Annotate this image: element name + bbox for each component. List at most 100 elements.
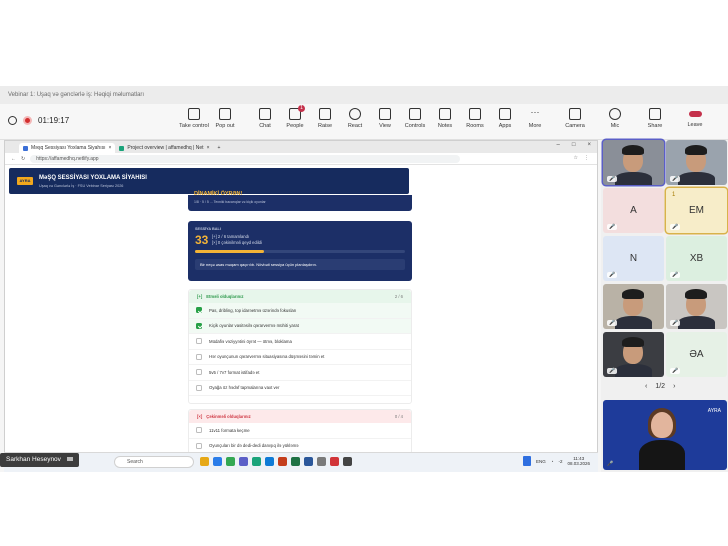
- more-button[interactable]: ··· More: [520, 107, 550, 130]
- pop-out-button[interactable]: Pop out: [210, 108, 240, 129]
- new-tab-button[interactable]: +: [213, 143, 224, 153]
- checklist-item[interactable]: Hər oyunçunun qərarvermə situasiyasına d…: [189, 350, 411, 365]
- checklist-item[interactable]: Kiçik oyunlar vasitəsilə qərarvermə mühi…: [189, 318, 411, 334]
- take-control-button[interactable]: Take control: [178, 108, 210, 129]
- close-icon[interactable]: ×: [207, 143, 210, 153]
- checklist-item[interactable]: Pas, dribling, top idarəetmə üzərində fo…: [189, 303, 411, 319]
- app-icon[interactable]: [330, 457, 339, 466]
- url-field[interactable]: https://affamedhq.netlify.app: [30, 154, 461, 163]
- terminal-icon[interactable]: [343, 457, 352, 466]
- windows-taskbar: Search ENG ◔ -2 11:43 08.03.2026: [4, 452, 598, 472]
- word-icon[interactable]: [304, 457, 313, 466]
- self-video-tile[interactable]: AYRA 🎤: [603, 400, 727, 470]
- raise-hand-button[interactable]: Raise: [310, 108, 340, 129]
- chat-label: Chat: [259, 123, 271, 129]
- camera-button[interactable]: Camera: [560, 108, 590, 129]
- participant-tile[interactable]: 🎤: [666, 140, 727, 185]
- file-explorer-icon[interactable]: [200, 457, 209, 466]
- back-icon[interactable]: ←: [11, 156, 16, 162]
- prev-page-icon[interactable]: ‹: [645, 383, 647, 390]
- edge-icon[interactable]: [213, 457, 222, 466]
- controls-button[interactable]: Controls: [400, 108, 430, 129]
- self-photo: [651, 412, 673, 438]
- mic-off-icon: 🎤: [670, 272, 681, 278]
- checklist-item[interactable]: 11v11 formata keçme: [189, 423, 411, 439]
- close-icon[interactable]: ×: [108, 143, 111, 153]
- mic-button[interactable]: Mic: [600, 108, 630, 129]
- participant-tile[interactable]: N 🎤: [603, 236, 664, 281]
- react-button[interactable]: React: [340, 108, 370, 129]
- participant-tile[interactable]: 🎤: [603, 284, 664, 329]
- extensions-icon[interactable]: ⋮: [584, 155, 589, 161]
- take-control-icon: [188, 108, 200, 120]
- minimize-icon[interactable]: –: [557, 142, 560, 148]
- participant-tile[interactable]: A 🎤: [603, 188, 664, 233]
- teams-icon[interactable]: [239, 457, 248, 466]
- wifi-icon[interactable]: ◔: [551, 459, 554, 464]
- checklist-item-text: Kiçik oyunlar vasitəsilə qərarvermə mühi…: [209, 323, 299, 329]
- chrome-icon[interactable]: [226, 457, 235, 466]
- react-icon: [349, 108, 361, 120]
- taskbar-search[interactable]: Search: [114, 456, 194, 468]
- checkbox-icon[interactable]: [196, 338, 202, 345]
- favorite-icon[interactable]: ☆: [574, 155, 578, 161]
- score-card: SESSİYA BALI 33 [+] 2 / 6 tamamlandı [×]…: [188, 221, 412, 281]
- react-label: React: [347, 123, 363, 129]
- browser-tab[interactable]: Project overview | affamedhq | Net ×: [115, 143, 213, 153]
- avoid-count: 0 / 4: [394, 414, 403, 419]
- whatsapp-icon[interactable]: [252, 457, 261, 466]
- participant-hair: [685, 145, 707, 155]
- more-icon: ···: [530, 107, 540, 117]
- powerpoint-icon[interactable]: [278, 457, 287, 466]
- checkbox-icon[interactable]: [196, 442, 202, 449]
- participant-tile[interactable]: 🎤: [603, 140, 664, 185]
- participant-body: [615, 364, 652, 377]
- outlook-icon[interactable]: [265, 457, 274, 466]
- maximize-icon[interactable]: □: [572, 142, 576, 148]
- checkbox-icon[interactable]: [196, 369, 202, 376]
- clock[interactable]: 11:43 08.03.2026: [567, 456, 590, 466]
- checklist-item[interactable]: 5v5 / 7v7 format istifadə et: [189, 365, 411, 381]
- presenter-name: Sarkhan Heseynov: [0, 453, 79, 467]
- language-indicator[interactable]: ENG: [536, 459, 546, 464]
- notes-button[interactable]: Notes: [430, 108, 460, 129]
- presenter-video-icon: [66, 457, 73, 461]
- chat-button[interactable]: Chat: [250, 108, 280, 129]
- participant-tile[interactable]: 🎤: [603, 332, 664, 377]
- apps-label: Apps: [498, 123, 512, 129]
- view-icon: [379, 108, 391, 120]
- browser-tab[interactable]: Məşq Sessiyası Yoxlama Siyahısı ×: [19, 143, 116, 153]
- checklist-item[interactable]: Oyunçuları bir də dedi-dedi danışıq ilə …: [189, 439, 411, 453]
- apps-button[interactable]: Apps: [490, 108, 520, 129]
- participants-pager: ‹ 1/2 ›: [645, 383, 675, 390]
- leave-button[interactable]: Leave: [680, 108, 710, 129]
- people-button[interactable]: 1 People: [280, 105, 310, 129]
- excel-icon[interactable]: [291, 457, 300, 466]
- next-page-icon[interactable]: ›: [673, 383, 675, 390]
- participant-body: [678, 316, 715, 329]
- participant-tile[interactable]: EM 1 🎤: [666, 188, 727, 233]
- checkbox-checked-icon[interactable]: [196, 307, 202, 314]
- participant-tile[interactable]: ƏA 🎤: [666, 332, 727, 377]
- view-label: View: [379, 123, 391, 129]
- checkbox-icon[interactable]: [196, 384, 202, 391]
- participant-tile[interactable]: 🎤: [666, 284, 727, 329]
- mic-tray-icon[interactable]: [522, 456, 531, 466]
- checkbox-checked-icon[interactable]: [196, 322, 202, 329]
- checklist-item[interactable]: Oyağa öz hədəf tapmalarına vaxt ver: [189, 381, 411, 396]
- score-progress-fill: [195, 250, 265, 253]
- avoid-card: [×] Çəkinməli olduqlarınız 0 / 4 11v11 f…: [188, 409, 412, 452]
- settings-icon[interactable]: [317, 457, 326, 466]
- refresh-icon[interactable]: ↻: [21, 156, 25, 162]
- raise-label: Raise: [317, 123, 333, 129]
- close-window-icon[interactable]: ×: [587, 142, 591, 148]
- share-button[interactable]: Share: [640, 108, 670, 129]
- checklist-item[interactable]: Müdafiə vəziyyətini öyrət — ötmə, blokla…: [189, 334, 411, 350]
- checkbox-icon[interactable]: [196, 427, 202, 434]
- checkbox-icon[interactable]: [196, 353, 202, 360]
- window-controls: – □ ×: [557, 142, 591, 148]
- view-button[interactable]: View: [370, 108, 400, 129]
- people-badge: 1: [298, 105, 305, 112]
- participant-tile[interactable]: XB 🎤: [666, 236, 727, 281]
- rooms-button[interactable]: Rooms: [460, 108, 490, 129]
